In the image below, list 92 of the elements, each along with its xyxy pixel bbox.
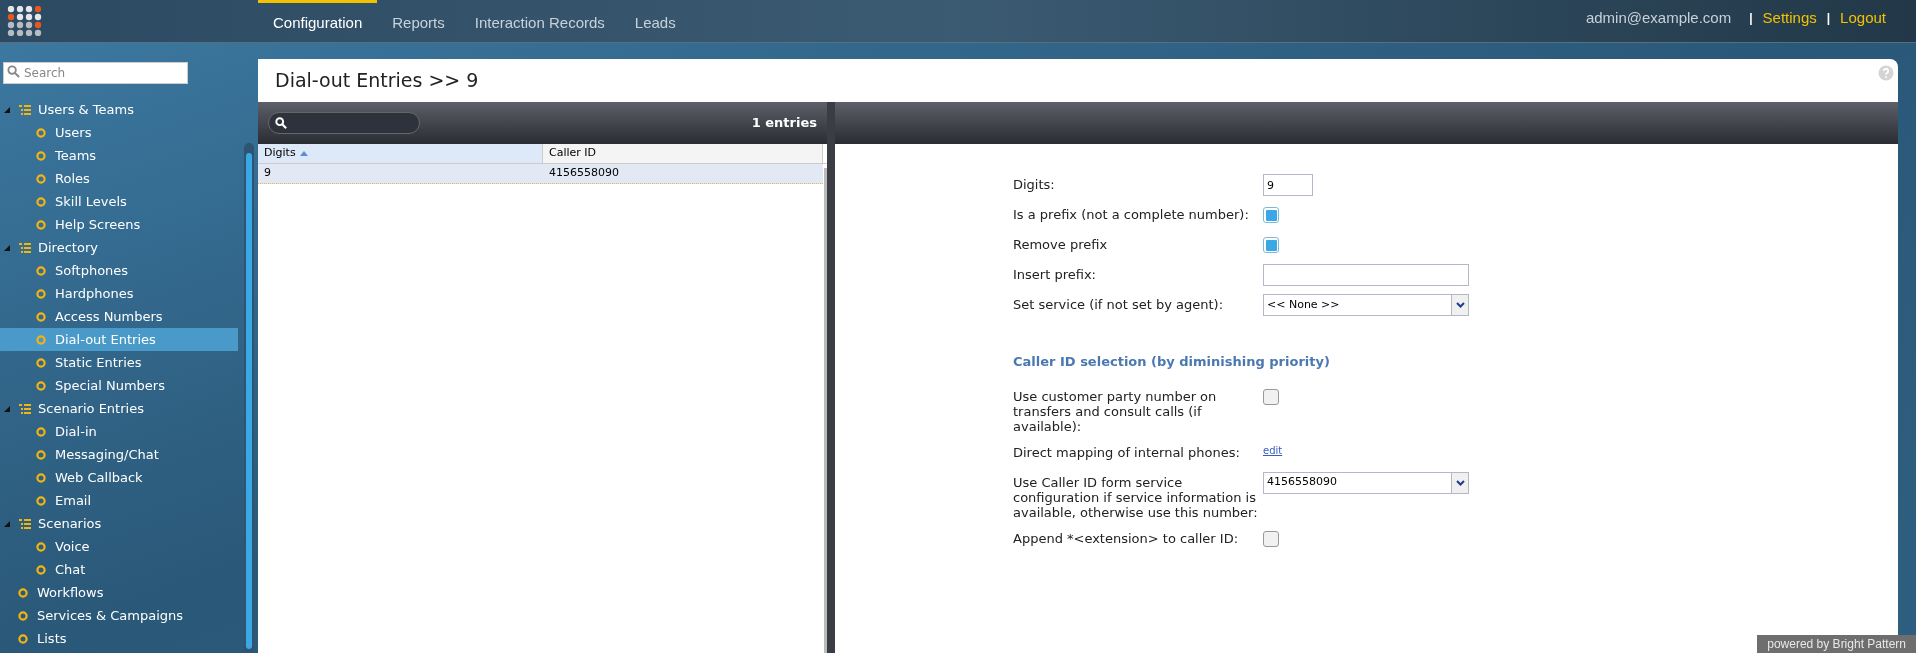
field-label: Use customer party number on transfers and consult calls (if available): xyxy=(1013,387,1218,434)
list-icon xyxy=(19,518,31,529)
section-heading: Caller ID selection (by diminishing priority) xyxy=(1013,353,1331,371)
nav-tab[interactable]: Reports xyxy=(377,0,460,42)
list-icon xyxy=(19,403,31,414)
checkbox[interactable] xyxy=(1263,388,1279,405)
text-field[interactable] xyxy=(1263,264,1469,286)
sidebar-item[interactable]: Dial-in xyxy=(0,420,238,443)
circle-icon xyxy=(36,541,46,552)
sidebar-item[interactable]: Access Numbers xyxy=(0,305,238,328)
sidebar-item[interactable]: Skill Levels xyxy=(0,190,238,213)
circle-icon xyxy=(36,495,46,506)
circle-icon xyxy=(18,633,28,644)
circle-icon xyxy=(36,196,46,207)
field-label: Set service (if not set by agent): xyxy=(1013,296,1225,312)
field-label: Append *<extension> to caller ID: xyxy=(1013,529,1240,546)
circle-icon xyxy=(36,334,46,345)
field-label: Digits: xyxy=(1013,176,1056,192)
header-link[interactable]: Settings xyxy=(1762,7,1817,30)
column-header[interactable]: Digits xyxy=(258,144,543,163)
checkbox[interactable] xyxy=(1263,237,1279,253)
sidebar-item[interactable]: Roles xyxy=(0,167,238,190)
sidebar-group[interactable]: Directory xyxy=(0,236,258,259)
circle-icon xyxy=(18,587,28,598)
sidebar-item[interactable]: Workflows xyxy=(0,581,238,604)
sidebar-item[interactable]: Messaging/Chat xyxy=(0,443,238,466)
circle-icon xyxy=(36,449,46,460)
separator: | xyxy=(1826,10,1831,28)
sidebar-item[interactable]: Special Numbers xyxy=(0,374,238,397)
scrollbar[interactable] xyxy=(244,143,254,653)
sidebar-item[interactable]: Help Screens xyxy=(0,213,238,236)
checkbox[interactable] xyxy=(1263,207,1279,223)
search-field[interactable] xyxy=(268,112,420,134)
sidebar-item[interactable]: Chat xyxy=(0,558,238,581)
chevron-down-icon xyxy=(1455,302,1465,308)
header-link[interactable]: Logout xyxy=(1840,7,1886,30)
search-icon xyxy=(275,117,287,129)
nav-tab[interactable]: Leads xyxy=(619,0,691,42)
circle-icon xyxy=(36,288,46,299)
table-cell-text: 9 xyxy=(263,165,272,182)
circle-icon xyxy=(36,150,46,161)
circle-icon xyxy=(36,357,46,368)
circle-icon xyxy=(36,127,46,138)
circle-icon xyxy=(36,219,46,230)
help-icon[interactable] xyxy=(1878,65,1894,81)
sidebar-item[interactable]: Voice xyxy=(0,535,238,558)
entries-count: 1 entries xyxy=(751,114,817,133)
dropdown[interactable]: 4156558090 xyxy=(1263,471,1469,494)
dropdown[interactable]: << None >> xyxy=(1263,294,1469,316)
powered-by-label: powered by Bright Pattern xyxy=(1757,635,1916,653)
sidebar-item[interactable]: Hardphones xyxy=(0,282,238,305)
circle-icon xyxy=(36,173,46,184)
sidebar-item[interactable]: Users xyxy=(0,121,238,144)
list-icon xyxy=(19,104,31,115)
table-row[interactable]: 9 4156558090 xyxy=(258,164,823,184)
circle-icon xyxy=(36,311,46,322)
list-icon xyxy=(19,242,31,253)
sidebar-item[interactable]: Static Entries xyxy=(0,351,238,374)
circle-icon xyxy=(36,265,46,276)
chevron-down-icon xyxy=(1455,479,1465,486)
column-header[interactable]: Caller ID xyxy=(543,144,823,163)
circle-icon xyxy=(18,610,28,621)
circle-icon xyxy=(36,380,46,391)
sidebar-group[interactable]: Scenario Entries xyxy=(0,397,258,420)
nav-tab[interactable]: Interaction Records xyxy=(459,0,620,42)
page-title: Dial-out Entries >> 9 xyxy=(275,68,479,94)
field-label: Direct mapping of internal phones: xyxy=(1013,443,1241,460)
nav-tab[interactable]: Configuration xyxy=(258,0,378,42)
field-label: Insert prefix: xyxy=(1013,266,1097,282)
dot-grid-logo-icon xyxy=(7,6,43,36)
sidebar-item[interactable]: Email xyxy=(0,489,238,512)
sidebar-group[interactable]: Users & Teams xyxy=(0,98,258,121)
user-email: admin@example.com xyxy=(1585,8,1732,28)
circle-icon xyxy=(36,564,46,575)
table-cell-text: 4156558090 xyxy=(548,165,620,182)
sidebar-item[interactable]: Web Callback xyxy=(0,466,238,489)
sort-up-icon xyxy=(299,151,308,156)
circle-icon xyxy=(36,426,46,437)
field-label: Is a prefix (not a complete number): xyxy=(1013,206,1250,222)
circle-icon xyxy=(36,472,46,483)
checkbox[interactable] xyxy=(1263,530,1279,547)
sidebar-item[interactable]: Services & Campaigns xyxy=(0,604,238,627)
text-field[interactable]: 9 xyxy=(1263,174,1313,196)
field-label: Remove prefix xyxy=(1013,236,1109,252)
sidebar-item[interactable]: Lists xyxy=(0,627,238,650)
field-label: Use Caller ID form service configuration if service information is available, otherwise use this number: xyxy=(1013,473,1259,520)
sidebar-item[interactable]: Softphones xyxy=(0,259,238,282)
edit-link[interactable]: edit xyxy=(1263,443,1283,458)
separator: | xyxy=(1749,10,1753,28)
sidebar-item[interactable]: Teams xyxy=(0,144,238,167)
search-icon xyxy=(7,65,20,78)
sidebar-group[interactable]: Scenarios xyxy=(0,512,258,535)
